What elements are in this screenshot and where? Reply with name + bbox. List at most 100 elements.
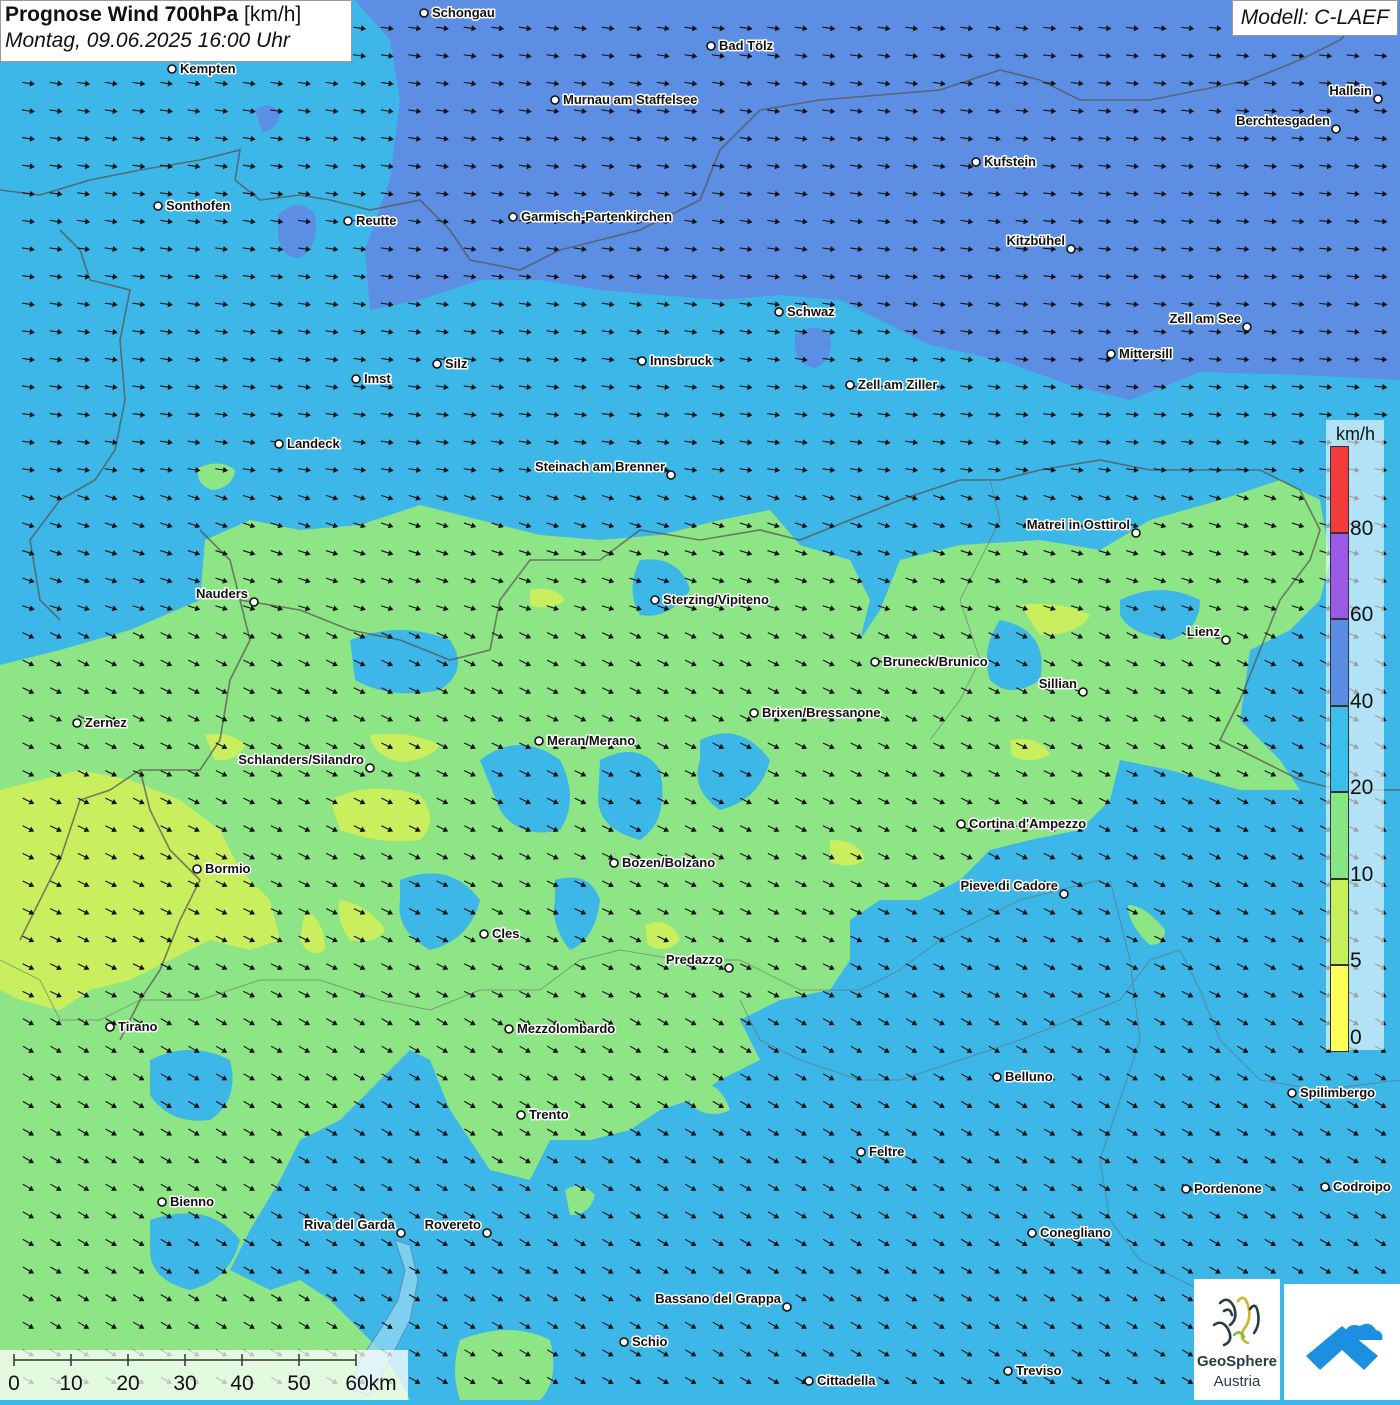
city-marker[interactable]: Cortina d'Ampezzo bbox=[957, 816, 1086, 831]
city-dot[interactable] bbox=[1107, 350, 1115, 358]
city-dot[interactable] bbox=[871, 658, 879, 666]
scale-label: 40 bbox=[230, 1372, 253, 1396]
city-dot[interactable] bbox=[250, 598, 258, 606]
city-label: Rovereto bbox=[425, 1217, 481, 1232]
city-label: Sonthofen bbox=[166, 198, 230, 213]
city-marker[interactable]: Garmisch-Partenkirchen bbox=[509, 209, 672, 224]
city-dot[interactable] bbox=[366, 764, 374, 772]
city-dot[interactable] bbox=[106, 1023, 114, 1031]
city-dot[interactable] bbox=[1079, 688, 1087, 696]
title-unit: [km/h] bbox=[244, 3, 301, 26]
legend-label: 10 bbox=[1350, 863, 1373, 887]
scale-label: 0 bbox=[8, 1372, 20, 1396]
city-dot[interactable] bbox=[805, 1377, 813, 1385]
city-label: Cles bbox=[492, 926, 519, 941]
city-dot[interactable] bbox=[509, 213, 517, 221]
city-dot[interactable] bbox=[505, 1025, 513, 1033]
city-dot[interactable] bbox=[972, 158, 980, 166]
city-dot[interactable] bbox=[535, 737, 543, 745]
city-dot[interactable] bbox=[1332, 125, 1340, 133]
title-main: Prognose Wind 700hPa bbox=[5, 3, 238, 26]
legend-label: 20 bbox=[1350, 776, 1373, 800]
city-dot[interactable] bbox=[1321, 1183, 1329, 1191]
city-dot[interactable] bbox=[1374, 95, 1382, 103]
weather-app-logo[interactable] bbox=[1284, 1284, 1400, 1400]
city-label: Schwaz bbox=[787, 304, 835, 319]
city-dot[interactable] bbox=[73, 719, 81, 727]
city-dot[interactable] bbox=[1028, 1229, 1036, 1237]
city-label: Reutte bbox=[356, 213, 396, 228]
city-label: Pieve di Cadore bbox=[960, 878, 1058, 893]
city-dot[interactable] bbox=[775, 308, 783, 316]
city-dot[interactable] bbox=[707, 42, 715, 50]
city-dot[interactable] bbox=[275, 440, 283, 448]
city-marker[interactable]: Meran/Merano bbox=[535, 733, 635, 748]
city-marker[interactable]: Spilimbergo bbox=[1288, 1085, 1375, 1100]
city-dot[interactable] bbox=[857, 1148, 865, 1156]
city-dot[interactable] bbox=[344, 217, 352, 225]
city-dot[interactable] bbox=[846, 381, 854, 389]
city-dot[interactable] bbox=[397, 1229, 405, 1237]
city-dot[interactable] bbox=[610, 859, 618, 867]
map-title: Prognose Wind 700hPa [km/h] bbox=[5, 3, 347, 27]
city-dot[interactable] bbox=[1222, 636, 1230, 644]
city-dot[interactable] bbox=[651, 596, 659, 604]
city-dot[interactable] bbox=[480, 930, 488, 938]
city-label: Bassano del Grappa bbox=[655, 1291, 781, 1306]
city-label: Mezzolombardo bbox=[517, 1021, 615, 1036]
city-label: Landeck bbox=[287, 436, 341, 451]
city-dot[interactable] bbox=[667, 471, 675, 479]
wind-map[interactable]: SchongauBad TölzKemptenMurnau am Staffel… bbox=[0, 0, 1400, 1400]
legend-label: 40 bbox=[1350, 690, 1373, 714]
city-marker[interactable]: Innsbruck bbox=[638, 353, 713, 368]
city-dot[interactable] bbox=[352, 375, 360, 383]
city-dot[interactable] bbox=[638, 357, 646, 365]
city-dot[interactable] bbox=[158, 1198, 166, 1206]
city-label: Schio bbox=[632, 1334, 667, 1349]
city-dot[interactable] bbox=[483, 1229, 491, 1237]
city-dot[interactable] bbox=[1243, 323, 1251, 331]
city-label: Bad Tölz bbox=[719, 38, 774, 53]
city-dot[interactable] bbox=[154, 202, 162, 210]
city-marker[interactable]: Sterzing/Vipiteno bbox=[651, 592, 769, 607]
city-dot[interactable] bbox=[620, 1338, 628, 1346]
city-dot[interactable] bbox=[193, 865, 201, 873]
city-marker[interactable]: Mezzolombardo bbox=[505, 1021, 615, 1036]
color-legend: km/h 051020406080 bbox=[1326, 420, 1384, 1050]
city-marker[interactable]: Bozen/Bolzano bbox=[610, 855, 715, 870]
city-label: Berchtesgaden bbox=[1236, 113, 1330, 128]
city-label: Pordenone bbox=[1194, 1181, 1262, 1196]
city-marker[interactable]: Conegliano bbox=[1028, 1225, 1111, 1240]
city-dot[interactable] bbox=[783, 1303, 791, 1311]
city-dot[interactable] bbox=[517, 1111, 525, 1119]
city-label: Kufstein bbox=[984, 154, 1036, 169]
city-marker[interactable]: Zell am Ziller bbox=[846, 377, 937, 392]
city-label: Nauders bbox=[196, 586, 248, 601]
wind-zone-20-40-hole bbox=[350, 630, 458, 693]
city-dot[interactable] bbox=[1288, 1089, 1296, 1097]
city-marker[interactable]: Sonthofen bbox=[154, 198, 230, 213]
city-dot[interactable] bbox=[1004, 1367, 1012, 1375]
city-marker[interactable]: Schongau bbox=[420, 5, 495, 20]
city-dot[interactable] bbox=[420, 9, 428, 17]
city-dot[interactable] bbox=[168, 65, 176, 73]
city-dot[interactable] bbox=[1067, 245, 1075, 253]
city-label: Feltre bbox=[869, 1144, 904, 1159]
city-marker[interactable]: Brixen/Bressanone bbox=[750, 705, 881, 720]
city-label: Spilimbergo bbox=[1300, 1085, 1375, 1100]
city-dot[interactable] bbox=[551, 96, 559, 104]
city-dot[interactable] bbox=[1182, 1185, 1190, 1193]
city-dot[interactable] bbox=[1060, 890, 1068, 898]
legend-color-swatch bbox=[1330, 879, 1349, 966]
city-label: Hallein bbox=[1329, 83, 1372, 98]
city-dot[interactable] bbox=[725, 964, 733, 972]
city-dot[interactable] bbox=[433, 360, 441, 368]
city-dot[interactable] bbox=[750, 709, 758, 717]
city-marker[interactable]: Bruneck/Brunico bbox=[871, 654, 988, 669]
city-marker[interactable]: Pordenone bbox=[1182, 1181, 1262, 1196]
legend-color-swatch bbox=[1330, 533, 1349, 620]
city-dot[interactable] bbox=[957, 820, 965, 828]
city-dot[interactable] bbox=[1132, 529, 1140, 537]
city-marker[interactable]: Murnau am Staffelsee bbox=[551, 92, 697, 107]
city-dot[interactable] bbox=[993, 1073, 1001, 1081]
